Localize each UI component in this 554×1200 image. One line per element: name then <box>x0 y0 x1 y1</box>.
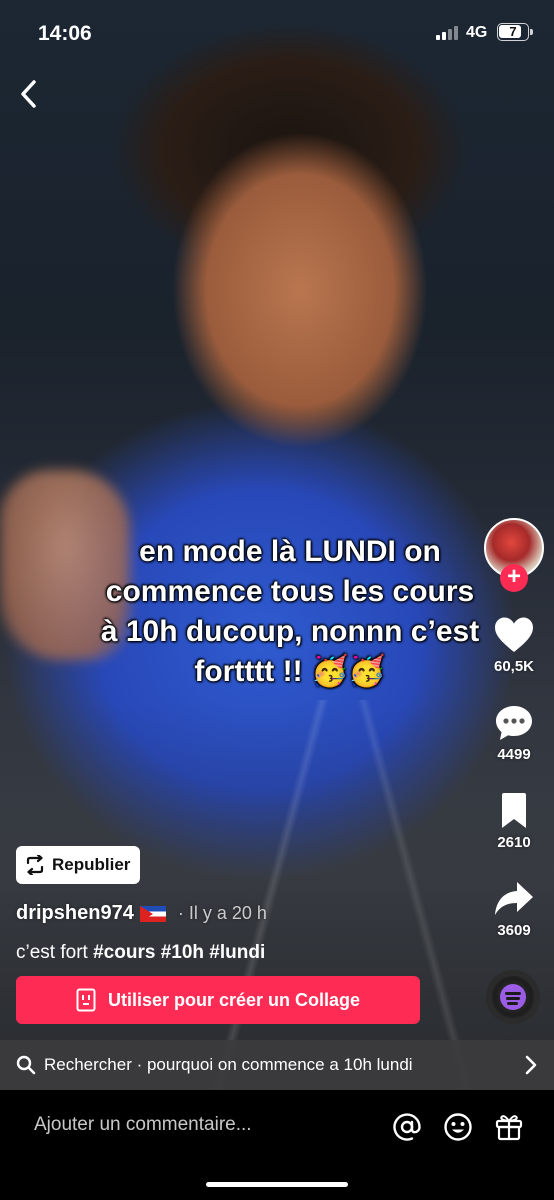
repost-label: Republier <box>52 855 131 874</box>
spotify-icon <box>500 984 526 1010</box>
video-floor <box>0 700 554 1090</box>
gift-icon <box>495 1115 523 1141</box>
emoji-button[interactable] <box>443 1112 473 1147</box>
share-arrow-icon <box>495 882 533 915</box>
chevron-right-icon <box>525 1055 537 1075</box>
hashtag-link[interactable]: #10h <box>161 942 204 963</box>
caption-line: en mode là LUNDI on <box>139 535 441 568</box>
gift-button[interactable] <box>494 1112 524 1147</box>
heart-icon <box>495 617 533 652</box>
share-button[interactable]: 3609 <box>484 880 544 939</box>
back-button[interactable] <box>14 76 46 112</box>
related-search-label: Rechercher · pourquoi on commence a 10h … <box>44 1055 413 1074</box>
hashtag-link[interactable]: #lundi <box>209 942 265 963</box>
status-bar: 14:06 4G 7 <box>0 18 554 48</box>
smiley-icon <box>444 1113 472 1141</box>
chevron-left-icon <box>21 80 36 108</box>
video-caption-overlay: en mode là LUNDI on commence tous les co… <box>70 532 510 692</box>
author-row[interactable]: dripshen974 · Il y a 20 h <box>16 902 267 925</box>
hashtag-link[interactable]: #cours <box>93 942 155 963</box>
caption-line: commence tous les cours <box>105 575 475 608</box>
flag-icon <box>139 905 166 922</box>
network-type: 4G <box>466 24 488 41</box>
caption-line: à 10h ducoup, nonnn c’est <box>100 615 480 648</box>
post-time-ago: · Il y a 20 h <box>177 903 267 923</box>
follow-plus-button[interactable]: + <box>500 564 528 592</box>
like-count: 60,5K <box>493 658 535 675</box>
comment-count: 4499 <box>497 746 531 763</box>
video-description: c’est fort #cours #10h #lundi <box>16 942 265 964</box>
create-collage-button[interactable]: Utiliser pour créer un Collage <box>16 976 420 1024</box>
comment-bubble-icon <box>496 706 532 740</box>
search-icon <box>16 1055 36 1075</box>
author-username[interactable]: dripshen974 <box>16 902 134 925</box>
home-indicator <box>206 1182 348 1187</box>
battery-level: 7 <box>509 24 517 39</box>
comment-button[interactable]: 4499 <box>484 704 544 763</box>
repost-icon <box>26 855 44 875</box>
sound-disc[interactable] <box>486 970 540 1024</box>
bookmark-icon <box>502 793 526 828</box>
status-time: 14:06 <box>38 22 92 45</box>
comment-bar: Ajouter un commentaire... <box>0 1090 554 1200</box>
collage-button-label: Utiliser pour créer un Collage <box>107 989 361 1010</box>
related-search-bar[interactable]: Rechercher · pourquoi on commence a 10h … <box>0 1040 554 1090</box>
caption-line: fortttt !! 🥳🥳 <box>194 655 386 688</box>
share-count: 3609 <box>497 922 531 939</box>
battery-icon: 7 <box>497 23 533 41</box>
at-sign-icon <box>393 1113 421 1141</box>
repost-button[interactable]: Republier <box>16 846 141 884</box>
mention-button[interactable] <box>392 1112 422 1147</box>
collage-icon <box>76 988 96 1012</box>
description-text: c’est fort <box>16 942 88 963</box>
bookmark-count: 2610 <box>497 834 531 851</box>
comment-input[interactable]: Ajouter un commentaire... <box>34 1114 252 1136</box>
bookmark-button[interactable]: 2610 <box>484 792 544 851</box>
like-button[interactable]: 60,5K <box>484 616 544 675</box>
signal-icon <box>436 26 462 40</box>
